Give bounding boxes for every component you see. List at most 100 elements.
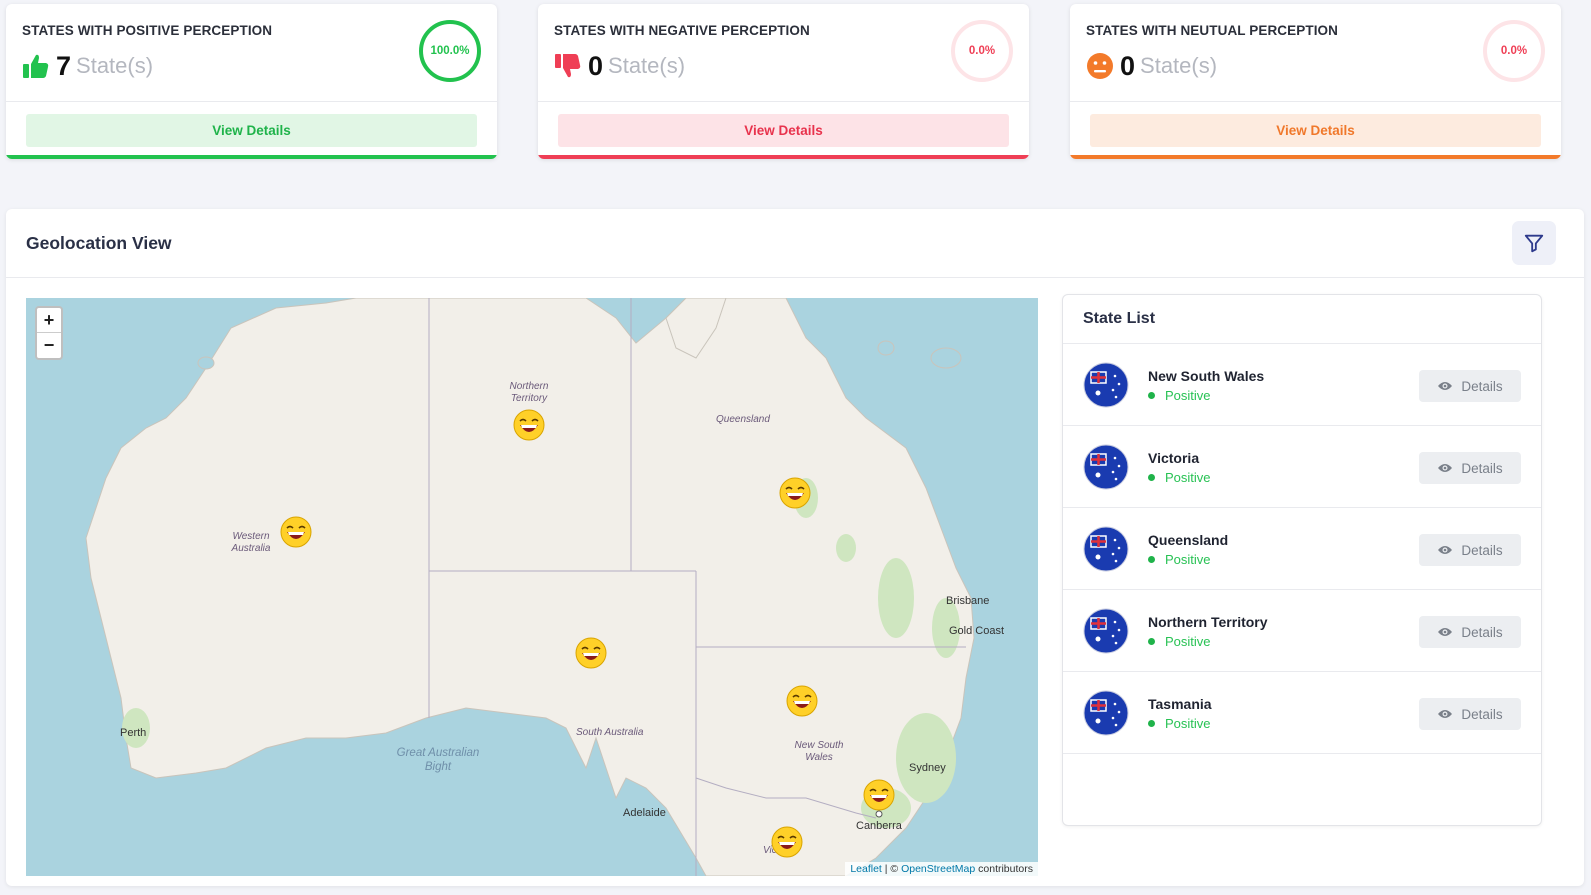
- card-accent-line: [538, 155, 1029, 159]
- zoom-out-button[interactable]: −: [37, 333, 61, 358]
- details-label: Details: [1461, 542, 1503, 558]
- view-details-button[interactable]: View Details: [558, 114, 1009, 147]
- card-title: STATES WITH POSITIVE PERCEPTION: [22, 23, 273, 38]
- panel-title: Geolocation View: [26, 233, 172, 253]
- eye-icon: [1438, 382, 1453, 390]
- eye-icon: [1438, 464, 1453, 472]
- eye-icon: [1438, 546, 1453, 554]
- state-status: Positive: [1148, 716, 1211, 731]
- state-status: Positive: [1148, 634, 1211, 649]
- leaflet-link[interactable]: Leaflet: [850, 863, 882, 875]
- state-row: Tasmania Positive Details: [1063, 672, 1541, 754]
- neutral-count: 0: [1120, 50, 1136, 81]
- australia-flag-icon: [1083, 526, 1129, 572]
- thumbs-up-icon: [23, 54, 49, 78]
- card-divider: [538, 101, 1029, 102]
- region-label-wa: Western Australia: [231, 531, 271, 554]
- state-name: Queensland: [1148, 532, 1229, 548]
- state-row: Victoria Positive Details: [1063, 426, 1541, 508]
- status-label: Positive: [1165, 388, 1211, 403]
- city-label-perth: Perth: [120, 727, 147, 739]
- status-dot: [1148, 474, 1155, 481]
- card-title: STATES WITH NEGATIVE PERCEPTION: [554, 23, 810, 38]
- laughing-smiley-icon[interactable]: [786, 685, 818, 717]
- australia-flag-icon: [1083, 362, 1129, 408]
- filter-icon: [1524, 234, 1544, 253]
- laughing-smiley-icon[interactable]: [280, 516, 312, 548]
- percent-ring: 0.0%: [951, 20, 1013, 82]
- sea-label: Great Australian Bight: [396, 747, 480, 773]
- state-row: New South Wales Positive Details: [1063, 344, 1541, 426]
- view-details-button[interactable]: View Details: [26, 114, 477, 147]
- neutral-card: STATES WITH NEUTUAL PERCEPTION 0 State(s…: [1070, 4, 1561, 159]
- laughing-smiley-icon[interactable]: [771, 826, 803, 858]
- status-dot: [1148, 720, 1155, 727]
- details-label: Details: [1461, 624, 1503, 640]
- eye-icon: [1438, 628, 1453, 636]
- attribution-contributors: contributors: [975, 863, 1033, 875]
- details-button[interactable]: Details: [1419, 616, 1521, 648]
- city-label-canberra: Canberra: [856, 820, 902, 832]
- negative-count: 0: [588, 50, 604, 81]
- percent-label: 100.0%: [430, 45, 470, 57]
- neutral-face-icon: [1087, 53, 1113, 79]
- city-label-sydney: Sydney: [909, 762, 946, 774]
- card-accent-line: [1070, 155, 1561, 159]
- details-label: Details: [1461, 706, 1503, 722]
- zoom-control: + −: [35, 306, 63, 360]
- status-dot: [1148, 638, 1155, 645]
- laughing-smiley-icon[interactable]: [863, 779, 895, 811]
- australia-flag-icon: [1083, 444, 1129, 490]
- details-button[interactable]: Details: [1419, 698, 1521, 730]
- filter-button[interactable]: [1512, 221, 1556, 265]
- details-button[interactable]: Details: [1419, 452, 1521, 484]
- attribution-separator: | ©: [881, 863, 902, 875]
- region-label-sa: South Australia: [576, 727, 644, 738]
- negative-card: STATES WITH NEGATIVE PERCEPTION 0 State(…: [538, 4, 1029, 159]
- state-row: Northern Territory Positive Details: [1063, 590, 1541, 672]
- card-divider: [1070, 101, 1561, 102]
- laughing-smiley-icon[interactable]: [575, 637, 607, 669]
- panel-divider: [6, 277, 1584, 278]
- positive-card: STATES WITH POSITIVE PERCEPTION 7 State(…: [6, 4, 497, 159]
- laughing-smiley-icon[interactable]: [779, 477, 811, 509]
- australia-flag-icon: [1083, 608, 1129, 654]
- count-unit: State(s): [608, 53, 686, 78]
- status-dot: [1148, 556, 1155, 563]
- details-label: Details: [1461, 378, 1503, 394]
- details-label: Details: [1461, 460, 1503, 476]
- percent-label: 0.0%: [1500, 45, 1528, 57]
- positive-count: 7: [56, 50, 72, 81]
- view-details-button[interactable]: View Details: [1090, 114, 1541, 147]
- state-status: Positive: [1148, 388, 1211, 403]
- city-label-brisbane: Brisbane: [946, 595, 990, 607]
- card-value: 0 State(s): [1086, 50, 1217, 82]
- card-title: STATES WITH NEUTUAL PERCEPTION: [1086, 23, 1339, 38]
- status-label: Positive: [1165, 716, 1211, 731]
- percent-ring: 100.0%: [419, 20, 481, 82]
- geolocation-panel: Geolocation View + − Northern Territory …: [6, 209, 1584, 886]
- details-button[interactable]: Details: [1419, 534, 1521, 566]
- australia-flag-icon: [1083, 690, 1129, 736]
- zoom-in-button[interactable]: +: [37, 308, 61, 333]
- region-label-nt: Northern Territory: [509, 381, 549, 404]
- map[interactable]: + − Northern Territory Queensland Wester…: [26, 298, 1038, 876]
- state-status: Positive: [1148, 552, 1211, 567]
- osm-link[interactable]: OpenStreetMap: [901, 863, 975, 875]
- state-name: New South Wales: [1148, 368, 1265, 384]
- status-label: Positive: [1165, 634, 1211, 649]
- status-label: Positive: [1165, 552, 1211, 567]
- card-value: 7 State(s): [22, 50, 153, 82]
- eye-icon: [1438, 710, 1453, 718]
- count-unit: State(s): [76, 53, 154, 78]
- details-button[interactable]: Details: [1419, 370, 1521, 402]
- state-row: Queensland Positive Details: [1063, 508, 1541, 590]
- region-label-qld: Queensland: [716, 414, 770, 425]
- status-dot: [1148, 392, 1155, 399]
- city-label-adelaide: Adelaide: [623, 807, 666, 819]
- state-name: Tasmania: [1148, 696, 1212, 712]
- laughing-smiley-icon[interactable]: [513, 409, 545, 441]
- card-value: 0 State(s): [554, 50, 685, 82]
- count-unit: State(s): [1140, 53, 1218, 78]
- status-label: Positive: [1165, 470, 1211, 485]
